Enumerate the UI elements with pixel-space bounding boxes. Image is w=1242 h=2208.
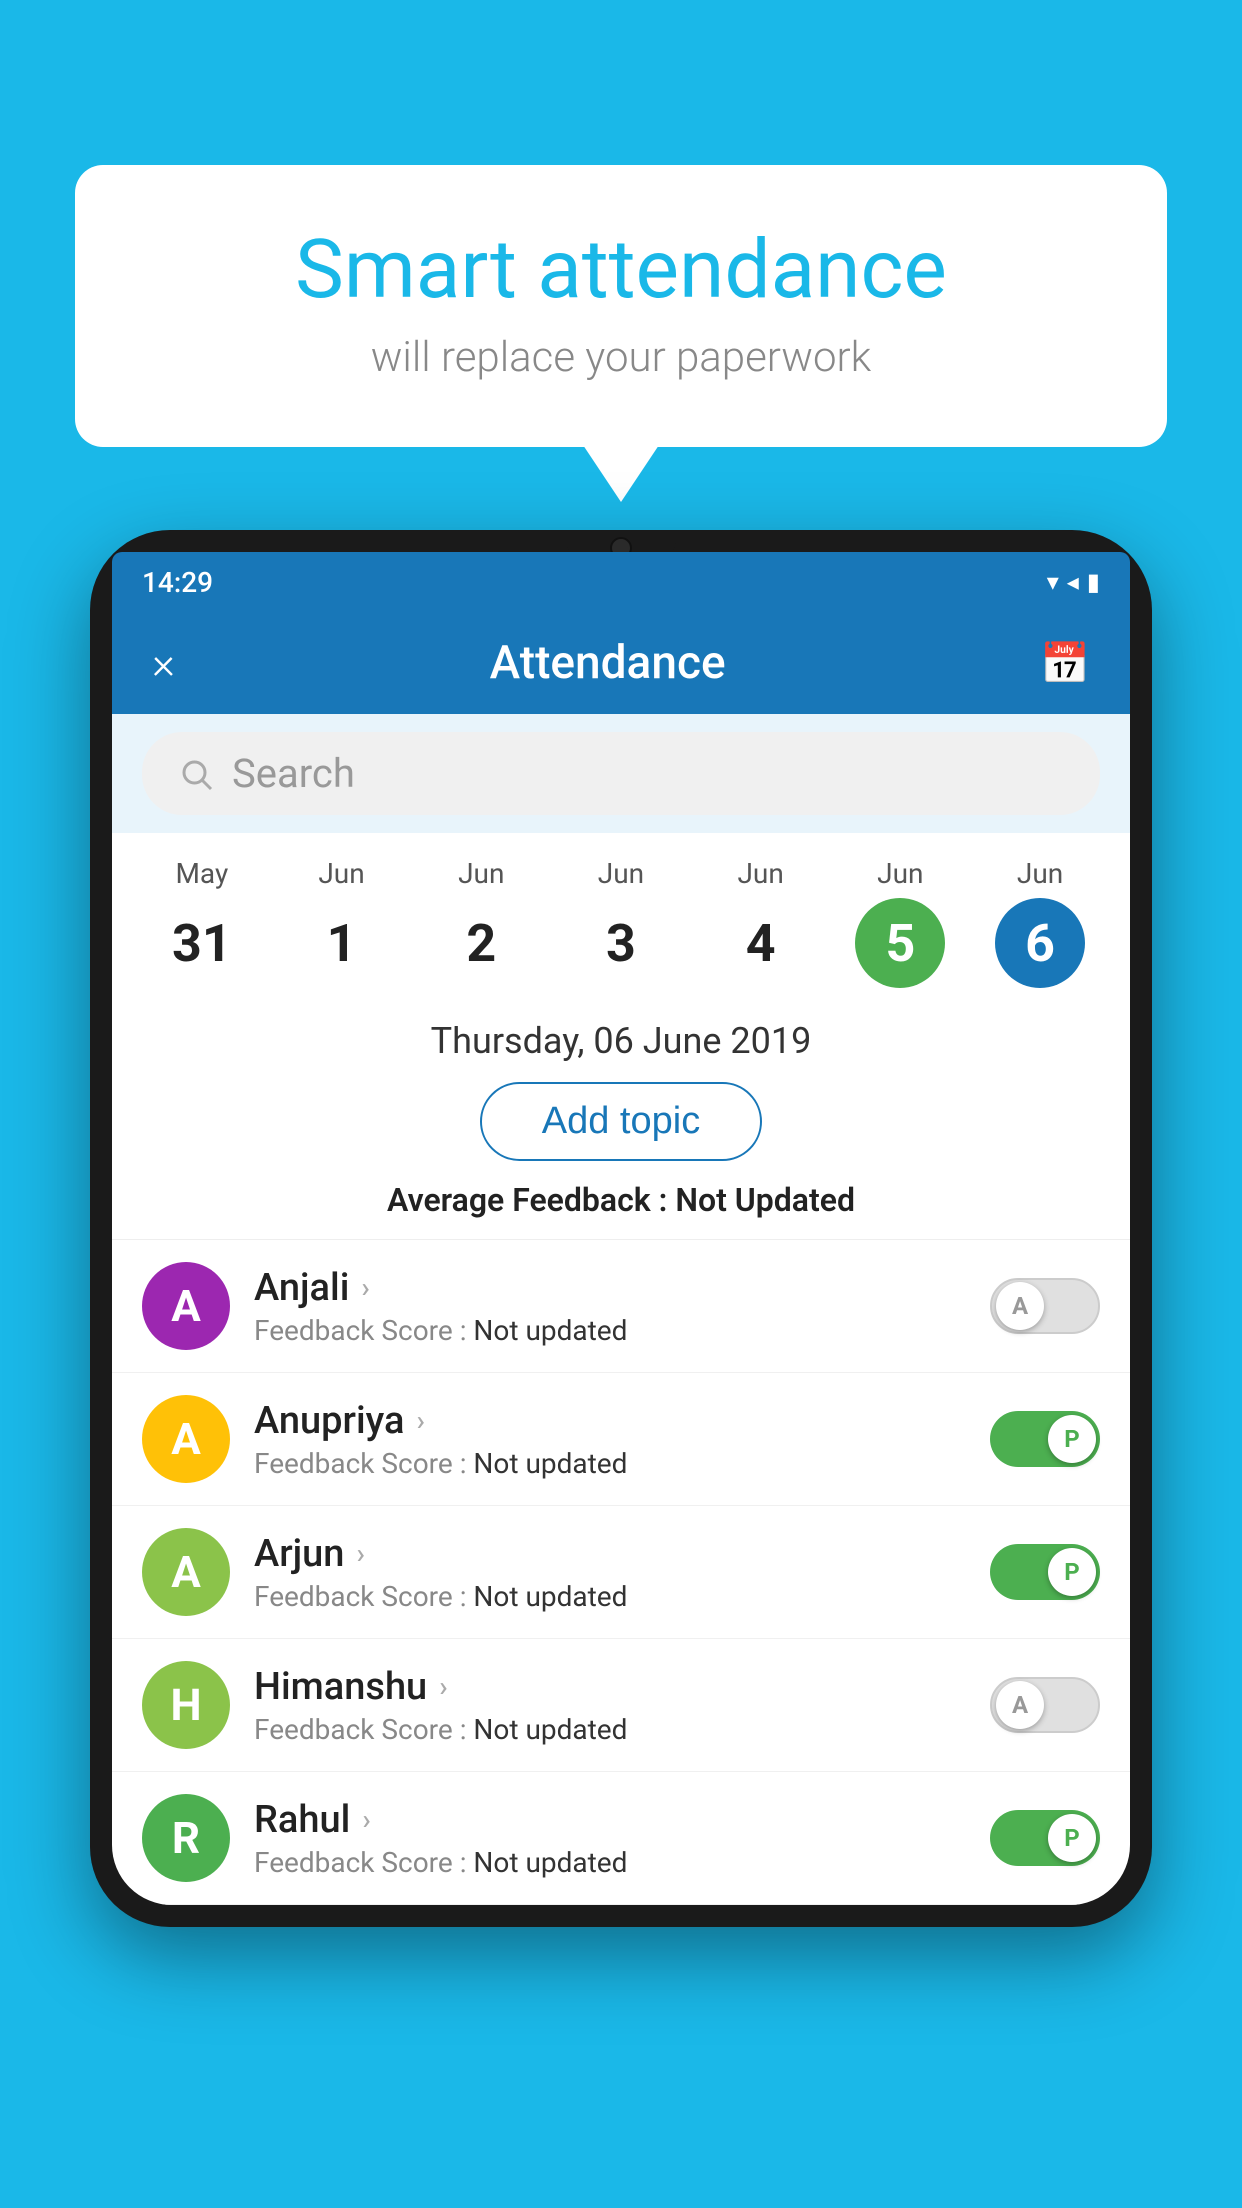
student-avatar: H xyxy=(142,1661,230,1749)
search-bar-wrap: Search xyxy=(112,714,1130,833)
calendar-month: Jun xyxy=(1017,857,1063,890)
student-name: Arjun › xyxy=(254,1532,966,1576)
student-item[interactable]: H Himanshu › Feedback Score : Not updated A xyxy=(112,1639,1130,1772)
student-name: Anupriya › xyxy=(254,1399,966,1443)
calendar-month: Jun xyxy=(598,857,644,890)
add-topic-wrap: Add topic xyxy=(112,1072,1130,1181)
calendar-month: May xyxy=(175,857,228,890)
calendar-day[interactable]: Jun 2 xyxy=(436,857,526,988)
search-icon xyxy=(178,756,214,792)
page-title: Attendance xyxy=(490,636,726,690)
student-avatar: A xyxy=(142,1395,230,1483)
calendar-month: Jun xyxy=(877,857,923,890)
calendar-icon[interactable]: 📅 xyxy=(1040,640,1090,687)
app-header: × Attendance 📅 xyxy=(112,612,1130,714)
calendar-date-num[interactable]: 1 xyxy=(297,898,387,988)
calendar-date-num[interactable]: 5 xyxy=(855,898,945,988)
attendance-toggle[interactable]: P xyxy=(990,1810,1100,1866)
wifi-icon: ▾ xyxy=(1047,568,1059,596)
attendance-toggle-wrap[interactable]: P xyxy=(990,1810,1100,1866)
student-item[interactable]: A Anjali › Feedback Score : Not updated A xyxy=(112,1240,1130,1373)
attendance-toggle-wrap[interactable]: P xyxy=(990,1544,1100,1600)
student-avatar: A xyxy=(142,1262,230,1350)
calendar-day[interactable]: Jun 4 xyxy=(716,857,806,988)
attendance-toggle[interactable]: P xyxy=(990,1544,1100,1600)
search-bar[interactable]: Search xyxy=(142,732,1100,815)
status-icons-group: ▾ ◂ ▮ xyxy=(1047,568,1100,596)
student-item[interactable]: A Arjun › Feedback Score : Not updated P xyxy=(112,1506,1130,1639)
phone-wrapper: 14:29 ▾ ◂ ▮ × Attendance 📅 xyxy=(90,530,1152,2208)
student-name: Anjali › xyxy=(254,1266,966,1310)
chevron-icon: › xyxy=(439,1670,447,1703)
calendar-month: Jun xyxy=(458,857,504,890)
calendar-date-num[interactable]: 3 xyxy=(576,898,666,988)
calendar-month: Jun xyxy=(737,857,783,890)
calendar-strip: May 31 Jun 1 Jun 2 Jun 3 Jun 4 Jun 5 Jun 6 xyxy=(112,833,1130,998)
attendance-toggle-wrap[interactable]: P xyxy=(990,1411,1100,1467)
phone-frame: 14:29 ▾ ◂ ▮ × Attendance 📅 xyxy=(90,530,1152,1927)
student-feedback: Feedback Score : Not updated xyxy=(254,1846,966,1879)
student-feedback: Feedback Score : Not updated xyxy=(254,1447,966,1480)
calendar-date-num[interactable]: 4 xyxy=(716,898,806,988)
calendar-day[interactable]: May 31 xyxy=(157,857,247,988)
speech-bubble: Smart attendance will replace your paper… xyxy=(75,165,1167,447)
status-time: 14:29 xyxy=(142,566,213,599)
attendance-toggle[interactable]: A xyxy=(990,1677,1100,1733)
chevron-icon: › xyxy=(362,1803,370,1836)
avg-feedback-label: Average Feedback : xyxy=(387,1181,675,1219)
calendar-date-num[interactable]: 6 xyxy=(995,898,1085,988)
status-bar: 14:29 ▾ ◂ ▮ xyxy=(112,552,1130,612)
student-list: AAnjali ›Feedback Score : Not updatedAAA… xyxy=(112,1239,1130,1905)
toggle-thumb: P xyxy=(1048,1548,1096,1596)
student-name: Himanshu › xyxy=(254,1665,966,1709)
toggle-thumb: P xyxy=(1048,1814,1096,1862)
avg-feedback-value: Not Updated xyxy=(675,1181,855,1219)
chevron-icon: › xyxy=(361,1271,369,1304)
attendance-toggle[interactable]: A xyxy=(990,1278,1100,1334)
battery-icon: ▮ xyxy=(1087,568,1100,596)
app-tagline-title: Smart attendance xyxy=(155,225,1087,315)
toggle-thumb: P xyxy=(1048,1415,1096,1463)
phone-screen: × Attendance 📅 Search May31Jun1Jun2Jun3J… xyxy=(112,612,1130,1905)
attendance-toggle-wrap[interactable]: A xyxy=(990,1677,1100,1733)
chevron-icon: › xyxy=(416,1404,424,1437)
student-item[interactable]: A Anupriya › Feedback Score : Not updated P xyxy=(112,1373,1130,1506)
calendar-day[interactable]: Jun 6 xyxy=(995,857,1085,988)
toggle-thumb: A xyxy=(996,1282,1044,1330)
add-topic-button[interactable]: Add topic xyxy=(480,1082,762,1161)
student-info: Anupriya › Feedback Score : Not updated xyxy=(254,1399,966,1480)
student-avatar: A xyxy=(142,1528,230,1616)
student-avatar: R xyxy=(142,1794,230,1882)
toggle-thumb: A xyxy=(996,1681,1044,1729)
student-info: Anjali › Feedback Score : Not updated xyxy=(254,1266,966,1347)
close-button[interactable]: × xyxy=(152,637,175,689)
attendance-toggle[interactable]: P xyxy=(990,1411,1100,1467)
student-name: Rahul › xyxy=(254,1798,966,1842)
speech-bubble-container: Smart attendance will replace your paper… xyxy=(75,165,1167,447)
selected-date-label: Thursday, 06 June 2019 xyxy=(112,998,1130,1072)
student-info: Himanshu › Feedback Score : Not updated xyxy=(254,1665,966,1746)
avg-feedback: Average Feedback : Not Updated xyxy=(112,1181,1130,1239)
student-info: Rahul › Feedback Score : Not updated xyxy=(254,1798,966,1879)
app-tagline-subtitle: will replace your paperwork xyxy=(155,333,1087,382)
attendance-toggle-wrap[interactable]: A xyxy=(990,1278,1100,1334)
student-info: Arjun › Feedback Score : Not updated xyxy=(254,1532,966,1613)
calendar-day[interactable]: Jun 1 xyxy=(297,857,387,988)
calendar-day[interactable]: Jun 5 xyxy=(855,857,945,988)
signal-icon: ◂ xyxy=(1067,568,1079,596)
calendar-day[interactable]: Jun 3 xyxy=(576,857,666,988)
student-feedback: Feedback Score : Not updated xyxy=(254,1713,966,1746)
calendar-date-num[interactable]: 2 xyxy=(436,898,526,988)
student-feedback: Feedback Score : Not updated xyxy=(254,1580,966,1613)
chevron-icon: › xyxy=(356,1537,364,1570)
calendar-date-num[interactable]: 31 xyxy=(157,898,247,988)
student-item[interactable]: R Rahul › Feedback Score : Not updated P xyxy=(112,1772,1130,1905)
student-feedback: Feedback Score : Not updated xyxy=(254,1314,966,1347)
calendar-month: Jun xyxy=(318,857,364,890)
search-placeholder: Search xyxy=(232,750,355,797)
